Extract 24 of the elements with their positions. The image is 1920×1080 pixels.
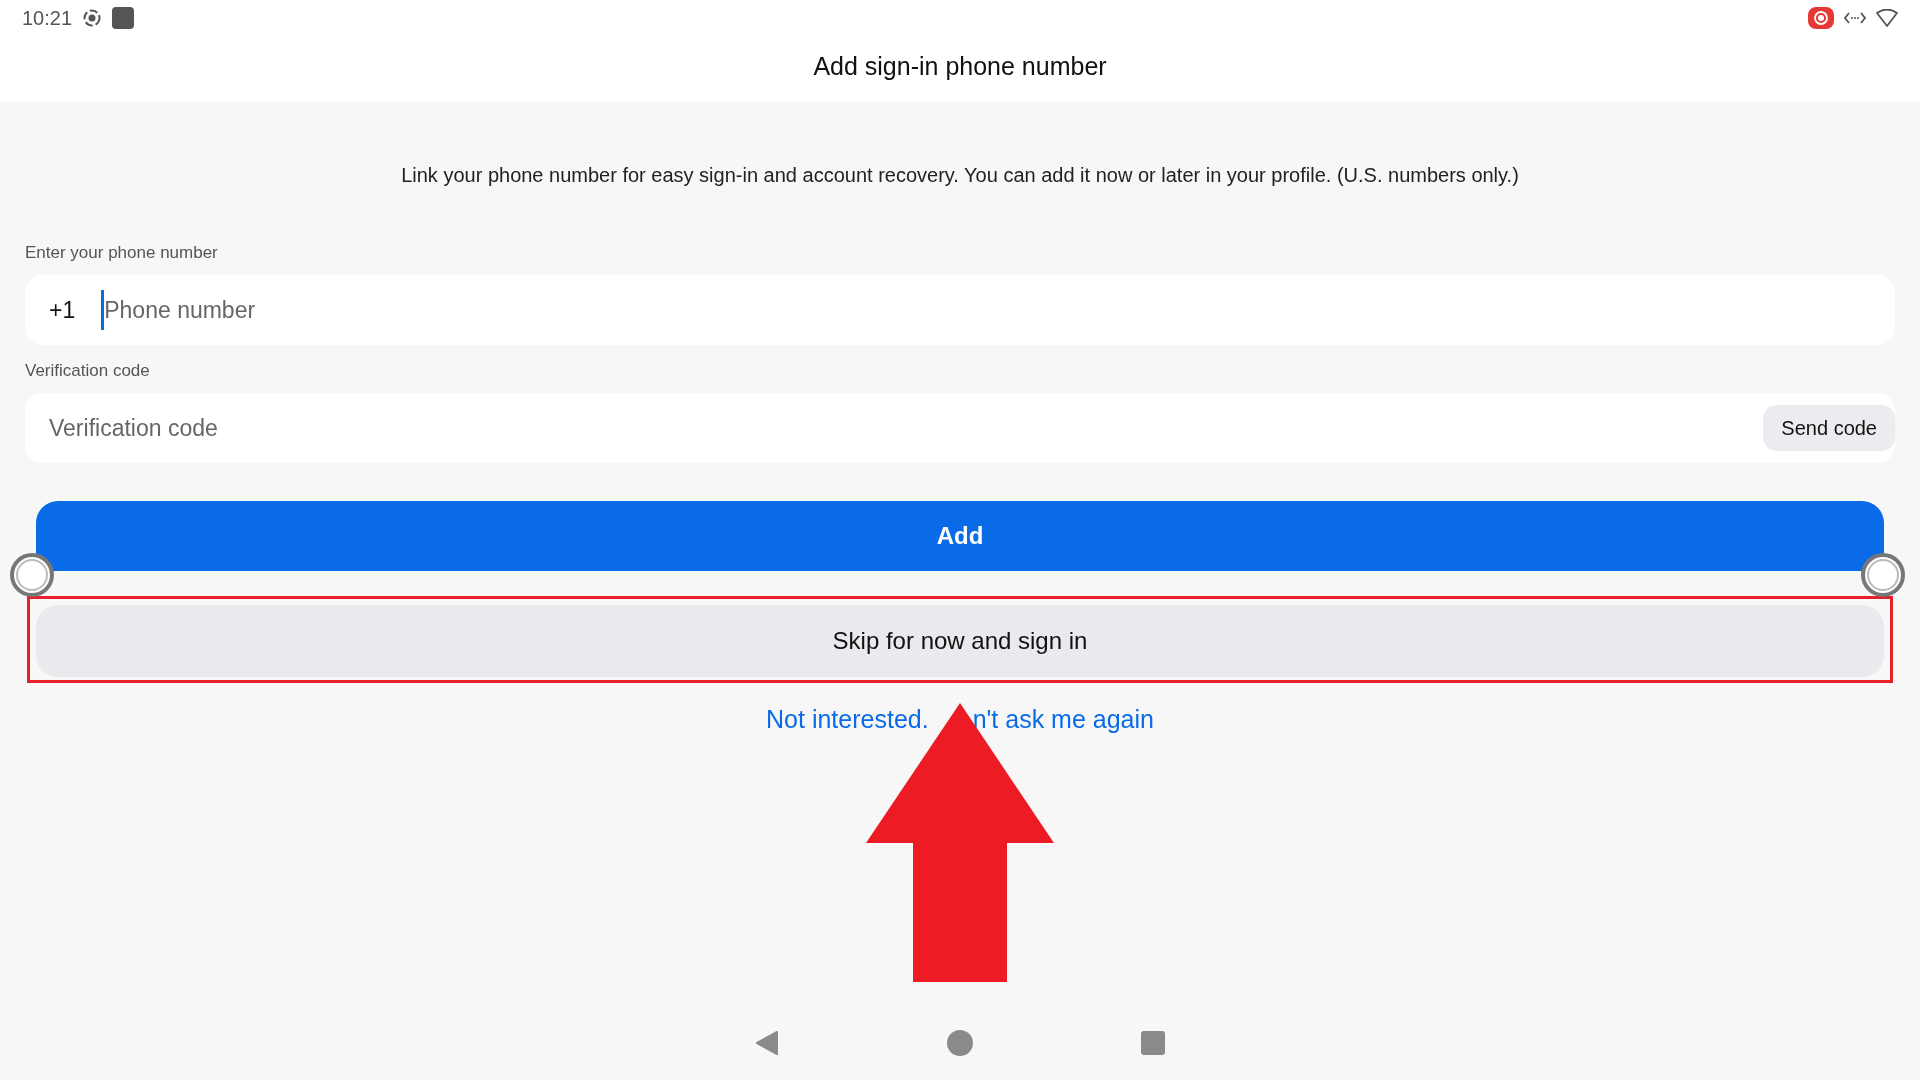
phone-field[interactable]: +1 Phone number [25,275,1895,345]
screen-record-icon [1808,7,1834,29]
app-icon [112,7,135,29]
page-title: Add sign-in phone number [812,51,1108,81]
not-interested-link[interactable]: Not interested. [766,705,929,734]
selection-handle[interactable] [1860,552,1906,598]
selection-handle[interactable] [9,552,55,598]
back-icon[interactable] [755,1030,779,1056]
phone-input-field[interactable]: Phone number [101,290,1895,330]
home-icon[interactable] [947,1030,973,1056]
country-code[interactable]: +1 [49,296,76,324]
description-text: Link your phone number for easy sign-in and account recovery. You can add it now or later in your profile. (U.S. numbers only.) [400,164,1520,187]
verification-input-field[interactable]: Verification code [49,408,1764,448]
verification-label: Verification code [25,361,151,381]
add-button[interactable]: Add [36,501,1884,571]
data-transfer-icon [1844,11,1866,25]
skip-button[interactable]: Skip for now and sign in [36,605,1884,677]
status-time: 10:21 [22,6,73,30]
wifi-icon [1876,9,1898,27]
record-icon [82,8,103,28]
phone-label: Enter your phone number [25,243,219,263]
send-code-button[interactable]: Send code [1763,405,1895,451]
verification-field[interactable]: Verification code Send code [25,393,1895,463]
not-interested-link[interactable]: n't ask me again [972,705,1154,734]
